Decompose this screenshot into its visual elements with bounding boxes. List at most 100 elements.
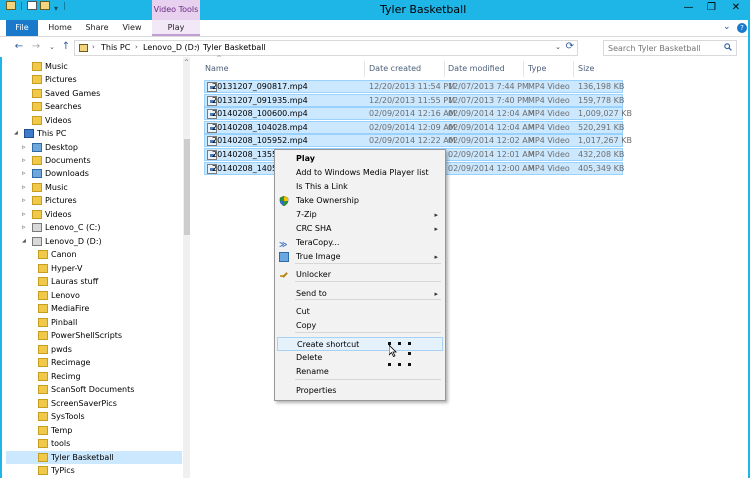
folder-icon xyxy=(32,62,42,71)
breadcrumb-separator[interactable]: › xyxy=(195,43,198,51)
search-input[interactable] xyxy=(608,42,720,54)
maximize-button[interactable]: ❐ xyxy=(700,0,723,17)
breadcrumb-tyler-basketball[interactable]: Tyler Basketball xyxy=(203,43,266,52)
file-created: 02/09/2014 12:22 AM xyxy=(369,136,456,146)
menu-item-unlocker[interactable]: Unlocker xyxy=(277,268,443,282)
chevron-right-icon[interactable]: ▹ xyxy=(22,184,28,191)
file-size: 405,349 KB xyxy=(578,163,625,173)
chevron-right-icon[interactable]: ▹ xyxy=(22,224,28,231)
tree-item-label: Videos xyxy=(45,116,72,125)
breadcrumb-this-pc[interactable]: This PC xyxy=(101,43,130,52)
tree-item-label: Music xyxy=(45,183,68,192)
recent-locations-button[interactable]: ⌄ xyxy=(46,41,58,53)
file-row[interactable]: 20140208_105952.mp4 02/09/2014 12:22 AM 02… xyxy=(204,134,632,148)
context-menu[interactable]: Play Add to Windows Media Player list Is T… xyxy=(274,149,446,401)
file-type: MP4 Video xyxy=(528,150,570,159)
up-button[interactable]: ↑ xyxy=(60,41,72,53)
chevron-right-icon[interactable]: ▹ xyxy=(22,144,28,151)
new-folder-icon[interactable] xyxy=(40,1,50,10)
menu-item-label: Is This a Link xyxy=(296,182,348,191)
tab-home[interactable]: Home xyxy=(44,20,76,36)
menu-item-cut[interactable]: Cut xyxy=(277,305,443,319)
column-divider[interactable] xyxy=(523,61,524,77)
back-button[interactable]: ← xyxy=(13,41,25,53)
file-row[interactable]: 20140208_100600.mp4 02/09/2014 12:16 AM 02… xyxy=(204,107,632,121)
column-header-size[interactable]: Size xyxy=(578,62,594,76)
forward-button[interactable]: → xyxy=(30,41,42,53)
file-name: 20140208_100600.mp4 xyxy=(212,109,308,119)
address-history-dropdown[interactable]: ⌄ xyxy=(555,43,561,51)
column-divider[interactable] xyxy=(444,61,445,77)
search-icon[interactable] xyxy=(724,43,732,51)
tab-share[interactable]: Share xyxy=(80,20,114,36)
tab-view[interactable]: View xyxy=(118,20,146,36)
menu-item-label: Properties xyxy=(296,386,337,395)
column-divider[interactable] xyxy=(573,61,574,77)
menu-item-play[interactable]: Play xyxy=(277,152,443,166)
help-button[interactable]: ? xyxy=(737,23,747,33)
file-name: 20140208_14052 xyxy=(212,163,283,173)
quick-access-separator xyxy=(21,2,22,10)
minimize-button[interactable]: — xyxy=(677,0,700,17)
menu-item-properties[interactable]: Properties xyxy=(277,384,443,398)
tree-item-label: Desktop xyxy=(45,143,78,152)
chevron-down-icon[interactable]: ◢ xyxy=(22,238,28,244)
scrollbar-thumb[interactable] xyxy=(184,139,190,235)
window-border xyxy=(0,57,2,478)
tab-play[interactable]: Play xyxy=(152,20,200,36)
properties-icon[interactable] xyxy=(27,1,37,10)
file-modified: 12/07/2013 7:44 PM xyxy=(448,82,529,91)
file-name: 20140208_104028.mp4 xyxy=(212,122,308,132)
folder-icon xyxy=(38,264,48,273)
scroll-up-arrow[interactable]: ^ xyxy=(183,59,190,66)
column-header-type[interactable]: Type xyxy=(528,62,546,76)
folder-icon xyxy=(38,399,48,408)
chevron-down-icon[interactable]: ◢ xyxy=(14,130,20,136)
chevron-right-icon[interactable]: ▹ xyxy=(22,211,28,218)
menu-separator xyxy=(295,379,441,380)
column-header-name[interactable]: Name xyxy=(205,62,229,76)
file-modified: 02/09/2014 12:04 AM xyxy=(448,109,535,119)
breadcrumb-separator[interactable]: › xyxy=(92,43,95,51)
menu-item-crc-sha[interactable]: CRC SHA ▸ xyxy=(277,222,443,236)
menu-item-add-to-windows-media-player-list[interactable]: Add to Windows Media Player list xyxy=(277,166,443,180)
menu-separator xyxy=(295,263,441,264)
folder-icon xyxy=(32,75,42,84)
menu-item-teracopy[interactable]: ≫ TeraCopy... xyxy=(277,236,443,250)
menu-item-is-this-a-link[interactable]: Is This a Link xyxy=(277,180,443,194)
file-row[interactable]: 20140208_104028.mp4 02/09/2014 12:09 AM 02… xyxy=(204,120,624,134)
tree-item-label: MediaFire xyxy=(51,304,90,313)
file-row[interactable]: 20131207_090817.mp4 12/20/2013 11:54 PM 12… xyxy=(204,80,624,93)
menu-item-7-zip[interactable]: 7-Zip ▸ xyxy=(277,208,443,222)
address-bar[interactable]: › This PC › Lenovo_D (D:) › Tyler Basket… xyxy=(74,40,578,56)
chevron-right-icon[interactable]: ▹ xyxy=(22,197,28,204)
menu-item-delete[interactable]: Delete xyxy=(277,351,443,365)
ribbon-expand-button[interactable]: ⌄ xyxy=(723,22,731,34)
tab-file[interactable]: File xyxy=(6,20,38,36)
shield-icon xyxy=(279,195,289,207)
breadcrumb-separator[interactable]: › xyxy=(135,43,138,51)
column-header-date-created[interactable]: Date created xyxy=(369,62,421,76)
column-header-date-modified[interactable]: Date modified xyxy=(448,62,505,76)
refresh-button[interactable]: ⟳ xyxy=(566,41,574,52)
search-box[interactable] xyxy=(603,40,737,56)
menu-item-rename[interactable]: Rename xyxy=(277,365,443,379)
menu-item-copy[interactable]: Copy xyxy=(277,319,443,333)
column-divider[interactable] xyxy=(364,61,365,77)
navigation-pane-scrollbar[interactable]: ^ xyxy=(183,57,190,478)
close-button[interactable]: ✕ xyxy=(723,0,749,17)
chevron-right-icon[interactable]: ▹ xyxy=(22,170,28,177)
folder-icon xyxy=(6,1,16,10)
navigation-pane[interactable]: Music Pictures Saved Games Searches Videos Th… xyxy=(0,57,190,478)
customize-quick-access-icon[interactable]: ▾ xyxy=(54,4,58,15)
tree-item-label: Recimg xyxy=(51,372,81,381)
file-row[interactable]: 20131207_091935.mp4 12/20/2013 11:55 PM 12… xyxy=(204,93,624,107)
folder-icon xyxy=(38,291,48,300)
tree-item[interactable]: Tyler Basketball xyxy=(6,451,182,464)
menu-item-take-ownership[interactable]: Take Ownership xyxy=(277,194,443,208)
menu-item-create-shortcut[interactable]: Create shortcut xyxy=(277,337,443,351)
menu-item-true-image[interactable]: True Image ▸ xyxy=(277,250,443,264)
breadcrumb-lenovo-d[interactable]: Lenovo_D (D:) xyxy=(143,43,200,52)
chevron-right-icon[interactable]: ▹ xyxy=(22,157,28,164)
file-modified: 02/09/2014 12:00 AM xyxy=(448,163,535,173)
